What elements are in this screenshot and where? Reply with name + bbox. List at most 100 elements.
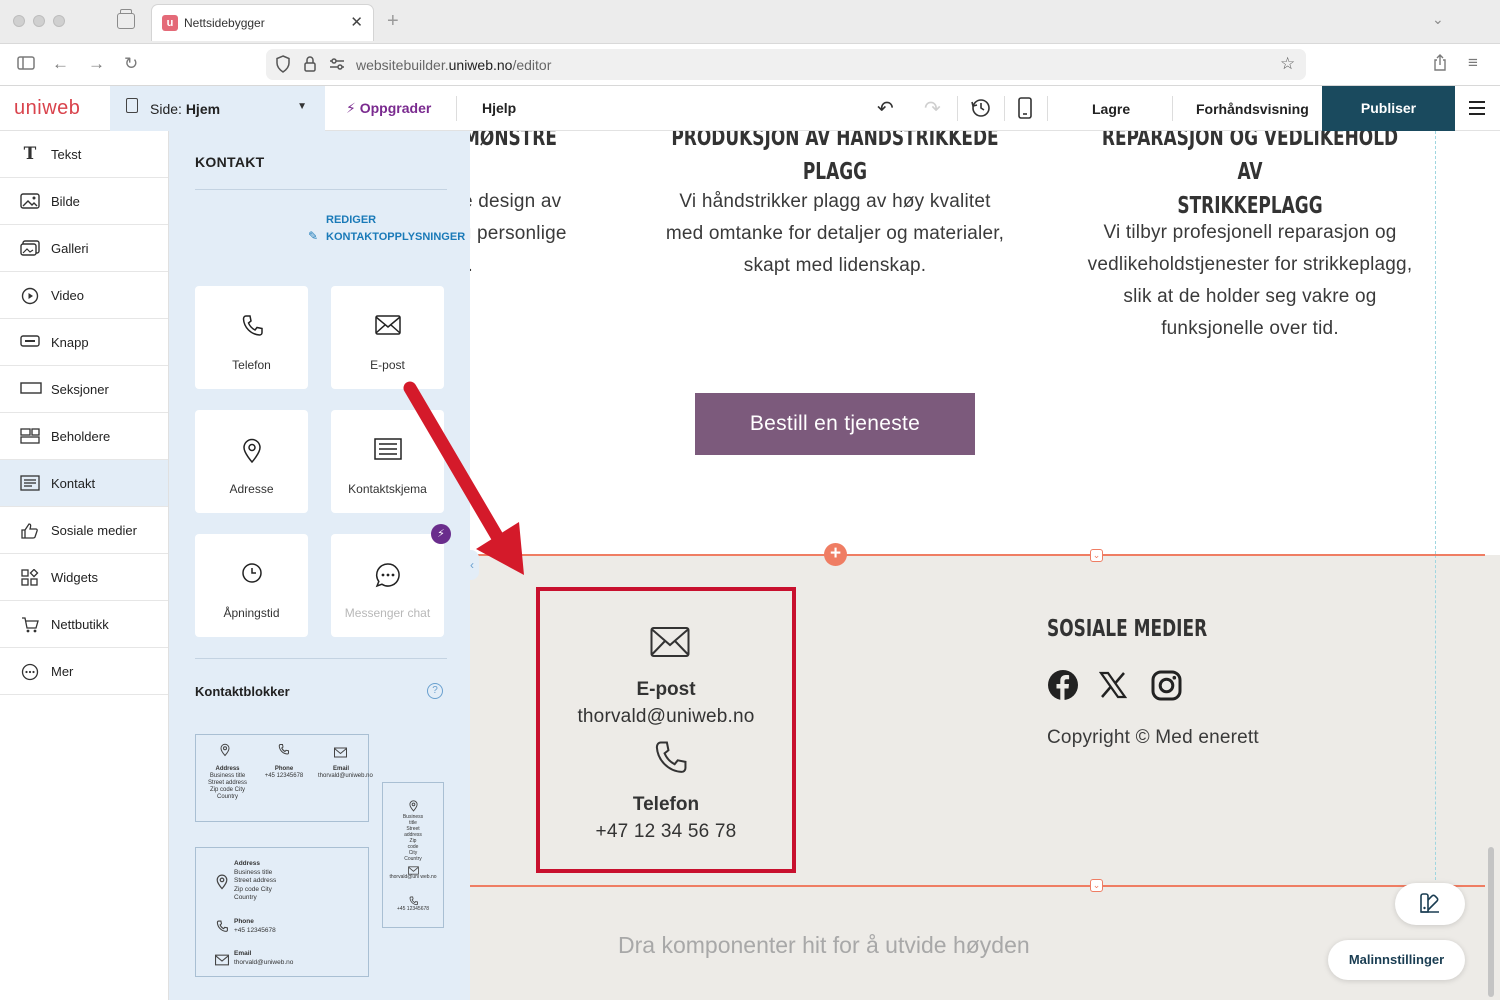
service-title: REPARASJON OG VEDLIKEHOLD AV STRIKKEPLAG…: [1101, 131, 1399, 219]
card-label: Åpningstid: [223, 606, 280, 620]
sidebar-item-label: Knapp: [51, 335, 89, 350]
tab-overview-icon[interactable]: [117, 9, 135, 29]
history-icon[interactable]: [970, 97, 992, 125]
collapse-panel-chevron-icon[interactable]: ‹: [465, 550, 479, 580]
contact-block-template-horizontal[interactable]: Address Business title Street address Zip c…: [195, 734, 373, 822]
contact-card-kontaktskjema[interactable]: Kontaktskjema: [331, 410, 444, 513]
sidebar-item-widgets[interactable]: Widgets: [0, 554, 168, 601]
phone-value[interactable]: +47 12 34 56 78: [540, 821, 792, 843]
mobile-view-icon[interactable]: [1018, 97, 1032, 125]
copyright-text: Copyright © Med enerett: [1047, 727, 1259, 748]
service-text: Vi tilbyr profesjonell reparasjon og ved…: [1087, 222, 1413, 339]
sidebar-item-label: Kontakt: [51, 476, 96, 491]
sidebar-item-galleri[interactable]: Galleri: [0, 225, 168, 272]
sidebar-toggle-icon[interactable]: [17, 55, 35, 76]
sidebar-item-label: Mer: [51, 664, 74, 679]
browser-tab[interactable]: u Nettsidebygger ✕: [151, 4, 374, 41]
header-divider: [957, 96, 958, 121]
pencil-icon[interactable]: ✎: [308, 229, 318, 243]
bookmark-star-icon[interactable]: ☆: [1280, 54, 1295, 74]
address-bar[interactable]: websitebuilder.uniweb.no/editor ☆: [266, 49, 1306, 80]
sidebar-item-bilde[interactable]: Bilde: [0, 178, 168, 225]
drop-zone-hint: Dra komponenter hit for å utvide høyden: [618, 932, 1030, 958]
undo-icon[interactable]: ↶: [877, 96, 894, 121]
contact-card-messenger-chat[interactable]: Messenger chat: [331, 534, 444, 637]
template-email: Email thorvald@uniweb.no: [318, 766, 373, 779]
uniweb-logo[interactable]: uniweb: [14, 97, 80, 120]
image-icon: [20, 193, 40, 213]
design-panel-button[interactable]: [1395, 883, 1465, 925]
window-close-button[interactable]: [13, 15, 25, 27]
sidebar-item-sosiale-medier[interactable]: Sosiale medier: [0, 507, 168, 554]
edit-contact-info-link[interactable]: REDIGER KONTAKTOPPLYSNINGER: [326, 212, 465, 246]
envelope-icon: [650, 626, 690, 663]
back-arrow-icon[interactable]: ←: [52, 54, 69, 74]
contact-block-template-narrow[interactable]: Business title Street address Zip code City Cou…: [382, 782, 444, 928]
contact-block-template-stacked[interactable]: Address Business title Street address Zip c…: [195, 847, 369, 977]
share-icon[interactable]: [1432, 54, 1448, 77]
sidebar-item-seksjoner[interactable]: Seksjoner: [0, 366, 168, 413]
contact-card-telefon[interactable]: Telefon: [195, 286, 308, 389]
tab-close-icon[interactable]: ✕: [350, 13, 363, 31]
template-address: Business title Street address Zip code City Cou…: [402, 814, 424, 862]
panel-title: KONTAKT: [195, 154, 265, 170]
section-handle-chevron-icon[interactable]: ⌄: [1090, 879, 1103, 892]
contact-card-adresse[interactable]: Adresse: [195, 410, 308, 513]
facebook-icon[interactable]: [1047, 669, 1079, 706]
sidebar-item-tekst[interactable]: T Tekst: [0, 131, 168, 178]
contact-blocks-title: Kontaktblokker: [195, 684, 290, 699]
save-button[interactable]: Lagre: [1092, 101, 1130, 117]
header-divider: [456, 96, 457, 121]
sidebar-item-knapp[interactable]: Knapp: [0, 319, 168, 366]
page-selector[interactable]: Side: Hjem ▼: [110, 86, 325, 131]
text-icon: T: [23, 144, 37, 164]
lock-icon: [303, 55, 317, 77]
order-service-button[interactable]: Bestill en tjeneste: [695, 393, 975, 455]
service-text: e design av og personlige t.: [470, 191, 567, 276]
add-section-button[interactable]: +: [824, 543, 847, 566]
instagram-icon[interactable]: [1151, 670, 1182, 706]
card-label: Kontaktskjema: [348, 482, 427, 496]
help-icon[interactable]: ?: [427, 683, 443, 699]
upgrade-button[interactable]: ⚡ Oppgrader: [346, 100, 431, 117]
sidebar-item-label: Bilde: [51, 194, 80, 209]
new-tab-icon[interactable]: +: [387, 10, 399, 33]
help-button[interactable]: Hjelp: [482, 100, 516, 116]
card-label: Adresse: [229, 482, 274, 496]
sidebar-item-video[interactable]: Video: [0, 272, 168, 319]
canvas-scrollbar[interactable]: [1488, 847, 1494, 997]
website-canvas[interactable]: MØNSTRE e design av og personlige t. PRO…: [470, 131, 1500, 1000]
x-icon[interactable]: [1098, 671, 1128, 704]
window-minimize-button[interactable]: [33, 15, 45, 27]
page-icon: [126, 98, 138, 113]
template-settings-button[interactable]: Malinnstillinger: [1328, 940, 1465, 980]
reload-icon[interactable]: ↻: [124, 54, 138, 74]
redo-icon[interactable]: ↷: [924, 96, 941, 121]
contact-panel: KONTAKT ✎ REDIGER KONTAKTOPPLYSNINGER Te…: [169, 131, 470, 1000]
window-maximize-button[interactable]: [53, 15, 65, 27]
publish-button[interactable]: Publiser: [1322, 86, 1455, 131]
contact-card-apningstid[interactable]: Åpningstid: [195, 534, 308, 637]
tab-list-chevron-icon[interactable]: ⌄: [1432, 11, 1444, 28]
sidebar-item-beholdere[interactable]: Beholdere: [0, 413, 168, 460]
contact-card-e-post[interactable]: E-post: [331, 286, 444, 389]
sidebar-item-kontakt[interactable]: Kontakt: [0, 460, 168, 507]
service-title: MØNSTRE: [470, 131, 557, 151]
site-settings-icon[interactable]: [328, 55, 346, 77]
header-divider: [1047, 96, 1048, 121]
preview-button[interactable]: Forhåndsvisning: [1196, 101, 1309, 117]
sidebar-item-mer[interactable]: Mer: [0, 648, 168, 695]
section-handle-chevron-icon[interactable]: ⌄: [1090, 549, 1103, 562]
envelope-icon: [334, 745, 347, 763]
forward-arrow-icon[interactable]: →: [88, 54, 105, 74]
service-text: Vi håndstrikker plagg av høy kvalitet me…: [665, 191, 1005, 276]
contact-block-highlight[interactable]: E-post thorvald@uniweb.no Telefon +47 12…: [536, 587, 796, 873]
email-value[interactable]: thorvald@uniweb.no: [540, 706, 792, 728]
card-label: Messenger chat: [344, 606, 431, 620]
sidebar-item-label: Widgets: [51, 570, 98, 585]
section-selection-border: [470, 554, 1485, 556]
sidebar-item-nettbutikk[interactable]: Nettbutikk: [0, 601, 168, 648]
reader-menu-icon[interactable]: ≡: [1468, 53, 1478, 73]
hamburger-menu-icon[interactable]: [1469, 101, 1485, 115]
phone-icon: [216, 920, 228, 938]
